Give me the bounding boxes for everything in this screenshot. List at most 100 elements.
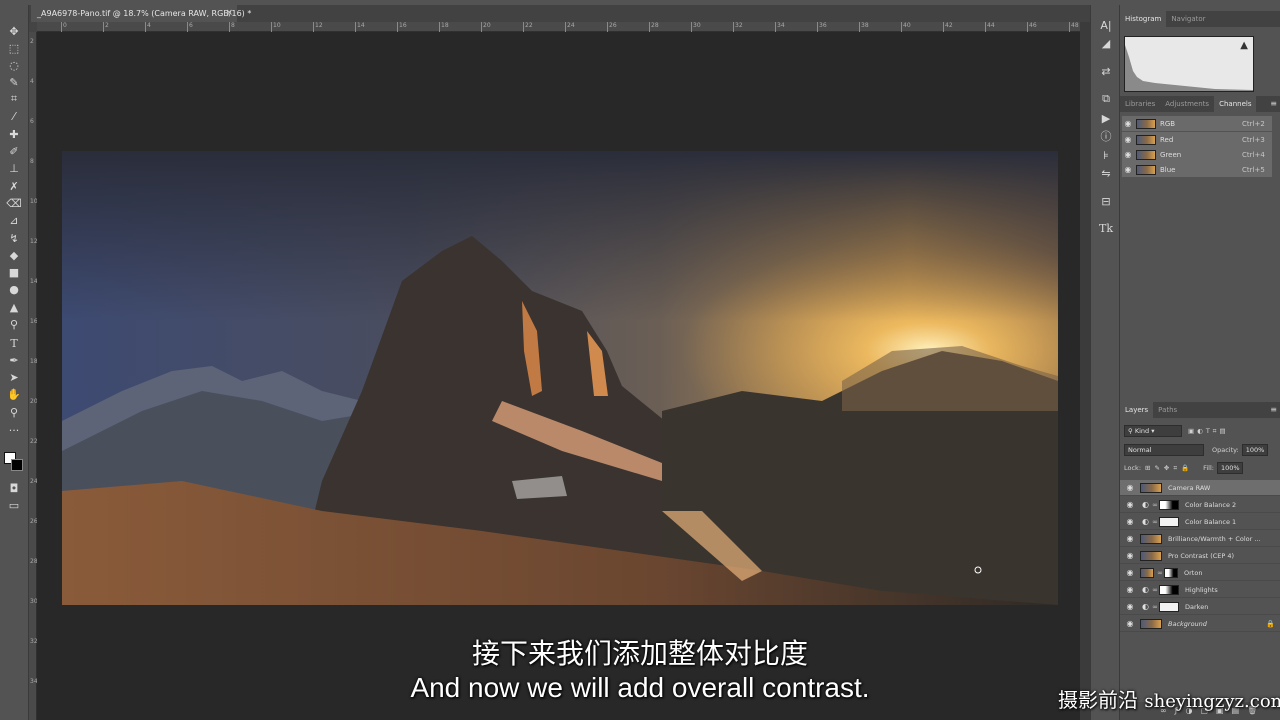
vertical-ruler[interactable]: 2 4 6 8 10 12 14 16 18 20 22 24 26 28 30 32 34: [29, 32, 38, 720]
layer-row[interactable]: ◉ ◐ ∞ Darken: [1120, 599, 1280, 615]
eye-icon[interactable]: ◉: [1120, 602, 1140, 611]
quick-select-icon[interactable]: ✎: [4, 74, 24, 90]
layer-row[interactable]: ◉ Background 🔒: [1120, 616, 1280, 632]
tab-histogram[interactable]: Histogram: [1120, 11, 1167, 27]
shape-icon[interactable]: ⚲: [4, 316, 24, 332]
gradient-icon[interactable]: ⊿: [4, 212, 24, 228]
eraser-icon[interactable]: ⌫: [4, 195, 24, 211]
link-icon[interactable]: ∞: [1156, 569, 1164, 577]
tab-channels[interactable]: Channels: [1214, 96, 1257, 112]
layer-mask[interactable]: [1159, 584, 1179, 595]
tab-layers[interactable]: Layers: [1120, 402, 1154, 418]
crop-icon[interactable]: ⌗: [4, 91, 24, 107]
plugin-panel-icon[interactable]: ⊟: [1098, 194, 1114, 208]
channel-row[interactable]: ◉ Blue Ctrl+5: [1122, 162, 1272, 177]
filter-kind-select[interactable]: ⚲ Kind ▾: [1124, 425, 1182, 437]
hand-icon[interactable]: ✋: [4, 386, 24, 402]
zoom-icon[interactable]: ⚲: [4, 404, 24, 420]
close-icon[interactable]: ×: [225, 8, 233, 18]
more-icon[interactable]: ···: [4, 422, 24, 438]
eye-icon[interactable]: ◉: [1120, 483, 1140, 492]
tab-paths[interactable]: Paths: [1153, 402, 1182, 418]
lasso-icon[interactable]: ◌: [4, 57, 24, 73]
layer-row[interactable]: ◉ ◐ ∞ Color Balance 1: [1120, 514, 1280, 530]
warning-icon[interactable]: ▲: [1240, 40, 1248, 51]
type-icon[interactable]: ●: [4, 281, 24, 297]
eye-icon[interactable]: ◉: [1122, 165, 1134, 174]
layer-row[interactable]: ◉ ◐ ∞ Highlights: [1120, 582, 1280, 598]
stamp-icon[interactable]: ⊥: [4, 160, 24, 176]
panel-dock: A| ◢ ⇄ ⧉ ▶ ⓘ ⊧ ⇋ ⊟ Tk: [1090, 5, 1120, 720]
eyedropper-icon[interactable]: ⁄: [4, 108, 24, 124]
layer-row[interactable]: ◉ ∞ Orton: [1120, 565, 1280, 581]
paragraph-panel-icon[interactable]: ◢: [1098, 36, 1114, 50]
layer-row[interactable]: ◉ ◐ ∞ Color Balance 2: [1120, 497, 1280, 513]
eye-icon[interactable]: ◉: [1120, 500, 1140, 509]
eye-icon[interactable]: ◉: [1122, 119, 1134, 128]
healing-icon[interactable]: ✚: [4, 126, 24, 142]
marquee-icon[interactable]: ⬚: [4, 40, 24, 56]
link-icon[interactable]: ∞: [1151, 586, 1159, 594]
swatches-panel-icon[interactable]: ⇄: [1098, 64, 1114, 78]
panel-menu-icon[interactable]: ≡: [1270, 99, 1277, 108]
tk-panel-icon[interactable]: Tk: [1098, 221, 1114, 235]
text-tool-icon[interactable]: T: [4, 335, 24, 351]
fill-input[interactable]: 100%: [1216, 462, 1243, 474]
character-panel-icon[interactable]: A|: [1098, 18, 1114, 32]
actions-panel-icon[interactable]: ▶: [1098, 111, 1114, 125]
screen-mode-icon[interactable]: ▭: [4, 497, 24, 513]
pen-icon[interactable]: ■: [4, 264, 24, 280]
eye-icon[interactable]: ◉: [1120, 619, 1140, 628]
channel-row[interactable]: ◉ RGB Ctrl+2: [1122, 116, 1272, 131]
path-select-icon[interactable]: ▲: [4, 299, 24, 315]
layer-row[interactable]: ◉ Pro Contrast (CEP 4): [1120, 548, 1280, 564]
eye-icon[interactable]: ◉: [1120, 585, 1140, 594]
eye-icon[interactable]: ◉: [1120, 517, 1140, 526]
filter-icons[interactable]: ▣◐T⌗▤: [1188, 427, 1229, 436]
horizontal-ruler[interactable]: 0 2 4 6 8 10 12 14 16 18 20 22 24 26 28 30 32 34 36 38 40 42 4…: [37, 22, 1090, 32]
eye-icon[interactable]: ◉: [1120, 534, 1140, 543]
eye-icon[interactable]: ◉: [1120, 568, 1140, 577]
tab-adjustments[interactable]: Adjustments: [1160, 96, 1214, 112]
layer-row[interactable]: ◉ Camera RAW: [1120, 480, 1280, 496]
layer-mask[interactable]: [1164, 567, 1178, 578]
panel-menu-icon[interactable]: ≡: [1270, 405, 1277, 414]
lock-icons[interactable]: ⊞✎✥⌗🔒: [1145, 464, 1193, 473]
eye-icon[interactable]: ◉: [1122, 150, 1134, 159]
move-icon[interactable]: ✥: [4, 23, 24, 39]
panorama-image[interactable]: [62, 151, 1058, 605]
tab-navigator[interactable]: Navigator: [1166, 11, 1210, 27]
eye-icon[interactable]: ◉: [1120, 551, 1140, 560]
direct-select-icon[interactable]: ➤: [4, 369, 24, 385]
layer-mask[interactable]: [1159, 601, 1179, 612]
layer-row[interactable]: ◉ Brilliance/Warmth + Color ...: [1120, 531, 1280, 547]
vertical-scrollbar[interactable]: [1080, 22, 1090, 720]
brush-icon[interactable]: ✐: [4, 143, 24, 159]
subtitle-chinese: 接下来我们添加整体对比度: [471, 637, 808, 670]
channel-row[interactable]: ◉ Red Ctrl+3: [1122, 132, 1272, 147]
channel-row[interactable]: ◉ Green Ctrl+4: [1122, 147, 1272, 162]
channel-name: Green: [1160, 150, 1182, 159]
blur-icon[interactable]: ↯: [4, 230, 24, 246]
document-tab[interactable]: _A9A6978-Pano.tif @ 18.7% (Camera RAW, R…: [31, 5, 251, 22]
background-color[interactable]: [11, 459, 23, 471]
adjust-panel-icon[interactable]: ⇋: [1098, 166, 1114, 180]
layer-mask[interactable]: [1159, 516, 1179, 527]
dodge-icon[interactable]: ◆: [4, 247, 24, 263]
link-icon[interactable]: ∞: [1151, 501, 1159, 509]
opacity-input[interactable]: 100%: [1241, 444, 1268, 456]
link-icon[interactable]: ∞: [1151, 603, 1159, 611]
properties-panel-icon[interactable]: ⧉: [1098, 92, 1114, 106]
lock-icon[interactable]: 🔒: [1266, 620, 1280, 628]
brush-panel-icon[interactable]: ⊧: [1098, 148, 1114, 162]
pen-tool-icon[interactable]: ✒: [4, 352, 24, 368]
eye-icon[interactable]: ◉: [1122, 135, 1134, 144]
quick-mask-icon[interactable]: ◘: [4, 480, 24, 496]
link-icon[interactable]: ∞: [1151, 518, 1159, 526]
history-brush-icon[interactable]: ✗: [4, 178, 24, 194]
layer-mask[interactable]: [1159, 499, 1179, 510]
info-panel-icon[interactable]: ⓘ: [1098, 129, 1114, 143]
ruler-corner[interactable]: [29, 22, 37, 32]
blend-mode-select[interactable]: Normal: [1124, 444, 1204, 456]
tab-libraries[interactable]: Libraries: [1120, 96, 1160, 112]
